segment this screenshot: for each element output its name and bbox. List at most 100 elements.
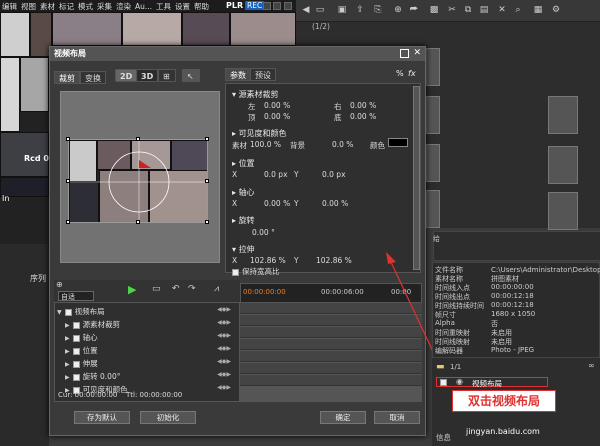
search-icon[interactable]: ⌕ [512, 4, 524, 16]
param-scrollbar[interactable] [413, 86, 420, 270]
expand-icon[interactable]: ▶ [65, 374, 70, 381]
grid-icon[interactable]: ⊞ [158, 69, 176, 82]
keyframe-nav-icon[interactable]: ◀◆▶ [217, 319, 231, 326]
clip-thumbnail[interactable] [426, 48, 440, 86]
initialize-button[interactable]: 初始化 [140, 411, 196, 424]
effect-checkbox[interactable] [440, 378, 450, 387]
keyframe-nav-icon[interactable]: ◀◆▶ [217, 332, 231, 339]
resize-handle[interactable] [205, 137, 209, 141]
rotate-tree-value[interactable]: 0.00° [100, 372, 120, 381]
percent-toggle[interactable]: % [396, 69, 404, 78]
pointer-icon[interactable]: ↖ [182, 69, 200, 82]
tab-crop[interactable]: 裁剪 [54, 71, 80, 84]
ok-button[interactable]: 确定 [320, 411, 366, 424]
checkbox[interactable] [72, 334, 80, 342]
rotate-field[interactable]: 0.00 ° [252, 228, 275, 237]
pivot-y-field[interactable]: 0.00 % [322, 199, 348, 208]
resize-handle[interactable] [205, 179, 209, 183]
resize-handle[interactable] [136, 220, 140, 224]
keyframe-nav-icon[interactable]: ◀◆▶ [217, 306, 231, 313]
tree-row[interactable]: ▶ 轴心 [65, 332, 98, 342]
settings-icon[interactable]: ⚙ [550, 4, 562, 16]
image-icon[interactable]: ▩ [428, 4, 440, 16]
tree-row[interactable]: ▼ 视频布局 [57, 306, 105, 316]
preview-canvas[interactable] [68, 139, 208, 223]
menu-help[interactable]: 帮助 [194, 1, 209, 12]
clip-thumbnail[interactable] [426, 96, 440, 134]
open-icon[interactable]: ⎘ [372, 4, 384, 16]
minimize-icon[interactable] [263, 2, 271, 10]
crop-right-field[interactable]: 0.00 % [350, 101, 376, 110]
link-icon[interactable]: ∞ [588, 361, 595, 370]
tree-row[interactable]: ▶ 位置 [65, 345, 98, 355]
stretch-y-field[interactable]: 102.86 % [316, 256, 352, 265]
tree-row[interactable]: ▶ 旋转 0.00° [65, 371, 120, 381]
source-opacity-field[interactable]: 100.0 % [250, 140, 281, 149]
menu-mark[interactable]: 标记 [59, 1, 74, 12]
keyframe-nav-icon[interactable]: ◀◆▶ [217, 384, 231, 391]
checkbox[interactable] [72, 321, 80, 329]
resize-handle[interactable] [66, 137, 70, 141]
section-position[interactable]: ▸ 位置 [232, 158, 255, 169]
graph-icon[interactable]: ⩘ [214, 284, 219, 294]
expand-icon[interactable]: ▶ [65, 322, 70, 329]
keyframe-nav-icon[interactable]: ◀◆▶ [217, 371, 231, 378]
crop-bottom-field[interactable]: 0.00 % [350, 112, 376, 121]
cut-icon[interactable]: ✂ [446, 4, 458, 16]
tree-row[interactable]: ▶ 伸展 [65, 358, 98, 368]
tab-parameters[interactable]: 参数 [225, 68, 251, 81]
paste-icon[interactable]: ▤ [478, 4, 490, 16]
info-tab[interactable]: 信息 [436, 432, 451, 443]
crop-left-field[interactable]: 0.00 % [264, 101, 290, 110]
menu-mode[interactable]: 模式 [78, 1, 93, 12]
properties-icon[interactable]: ▦ [532, 4, 544, 16]
resize-handle[interactable] [66, 179, 70, 183]
add-icon[interactable]: ⊕ [392, 4, 404, 16]
tab-transform[interactable]: 变换 [80, 71, 106, 84]
3d-button[interactable]: 3D [136, 69, 159, 82]
menu-audio[interactable]: Au... [135, 2, 152, 11]
play-icon[interactable]: ▶ [128, 283, 136, 296]
tree-row[interactable]: ▶ 源素材裁剪 [65, 319, 120, 329]
import-icon[interactable]: ⮫ [408, 4, 420, 16]
checkbox[interactable] [72, 347, 80, 355]
checkbox[interactable] [72, 373, 80, 381]
back-icon[interactable]: ◀ [300, 4, 312, 16]
stretch-x-field[interactable]: 102.86 % [250, 256, 286, 265]
color-swatch[interactable] [388, 138, 408, 147]
maximize-icon[interactable] [273, 2, 281, 10]
new-folder-icon[interactable]: ▣ [336, 4, 348, 16]
section-crop[interactable]: ▾ 源素材裁剪 [232, 89, 279, 100]
position-y-field[interactable]: 0.0 px [322, 170, 346, 179]
2d-button[interactable]: 2D [115, 69, 138, 82]
position-x-field[interactable]: 0.0 px [264, 170, 288, 179]
delete-icon[interactable]: ✕ [496, 4, 508, 16]
save-default-button[interactable]: 存为默认 [74, 411, 130, 424]
section-visibility[interactable]: ▸ 可见度和颜色 [232, 128, 287, 139]
menu-render[interactable]: 渲染 [116, 1, 131, 12]
crop-top-field[interactable]: 0.00 % [264, 112, 290, 121]
section-pivot[interactable]: ▸ 轴心 [232, 187, 255, 198]
expand-icon[interactable]: ▶ [65, 348, 70, 355]
menu-clip[interactable]: 素材 [40, 1, 55, 12]
fit-dropdown[interactable]: 自适 [58, 291, 94, 301]
zoom-in-icon[interactable]: ⊕ [56, 280, 63, 289]
bg-opacity-field[interactable]: 0.0 % [332, 140, 353, 149]
menu-edit[interactable]: 编辑 [2, 1, 17, 12]
section-rotate[interactable]: ▸ 旋转 [232, 215, 255, 226]
resize-handle[interactable] [205, 220, 209, 224]
rec-badge[interactable]: REC [245, 1, 265, 10]
keyframe-nav-icon[interactable]: ◀◆▶ [217, 345, 231, 352]
list-icon[interactable]: ▭ [314, 4, 326, 16]
next-keyframe-icon[interactable]: ↷ [188, 284, 196, 294]
maximize-icon[interactable] [400, 49, 409, 58]
keyframe-nav-icon[interactable]: ◀◆▶ [217, 358, 231, 365]
clip-thumbnail[interactable] [426, 144, 440, 182]
cancel-button[interactable]: 取消 [374, 411, 420, 424]
effect-item-label[interactable]: 视频布局 [472, 378, 502, 389]
clip-thumbnail[interactable] [548, 192, 578, 230]
expand-icon[interactable]: ▶ [65, 361, 70, 368]
menu-capture[interactable]: 采集 [97, 1, 112, 12]
close-icon[interactable] [284, 2, 292, 10]
clip-thumbnail[interactable] [548, 96, 578, 134]
